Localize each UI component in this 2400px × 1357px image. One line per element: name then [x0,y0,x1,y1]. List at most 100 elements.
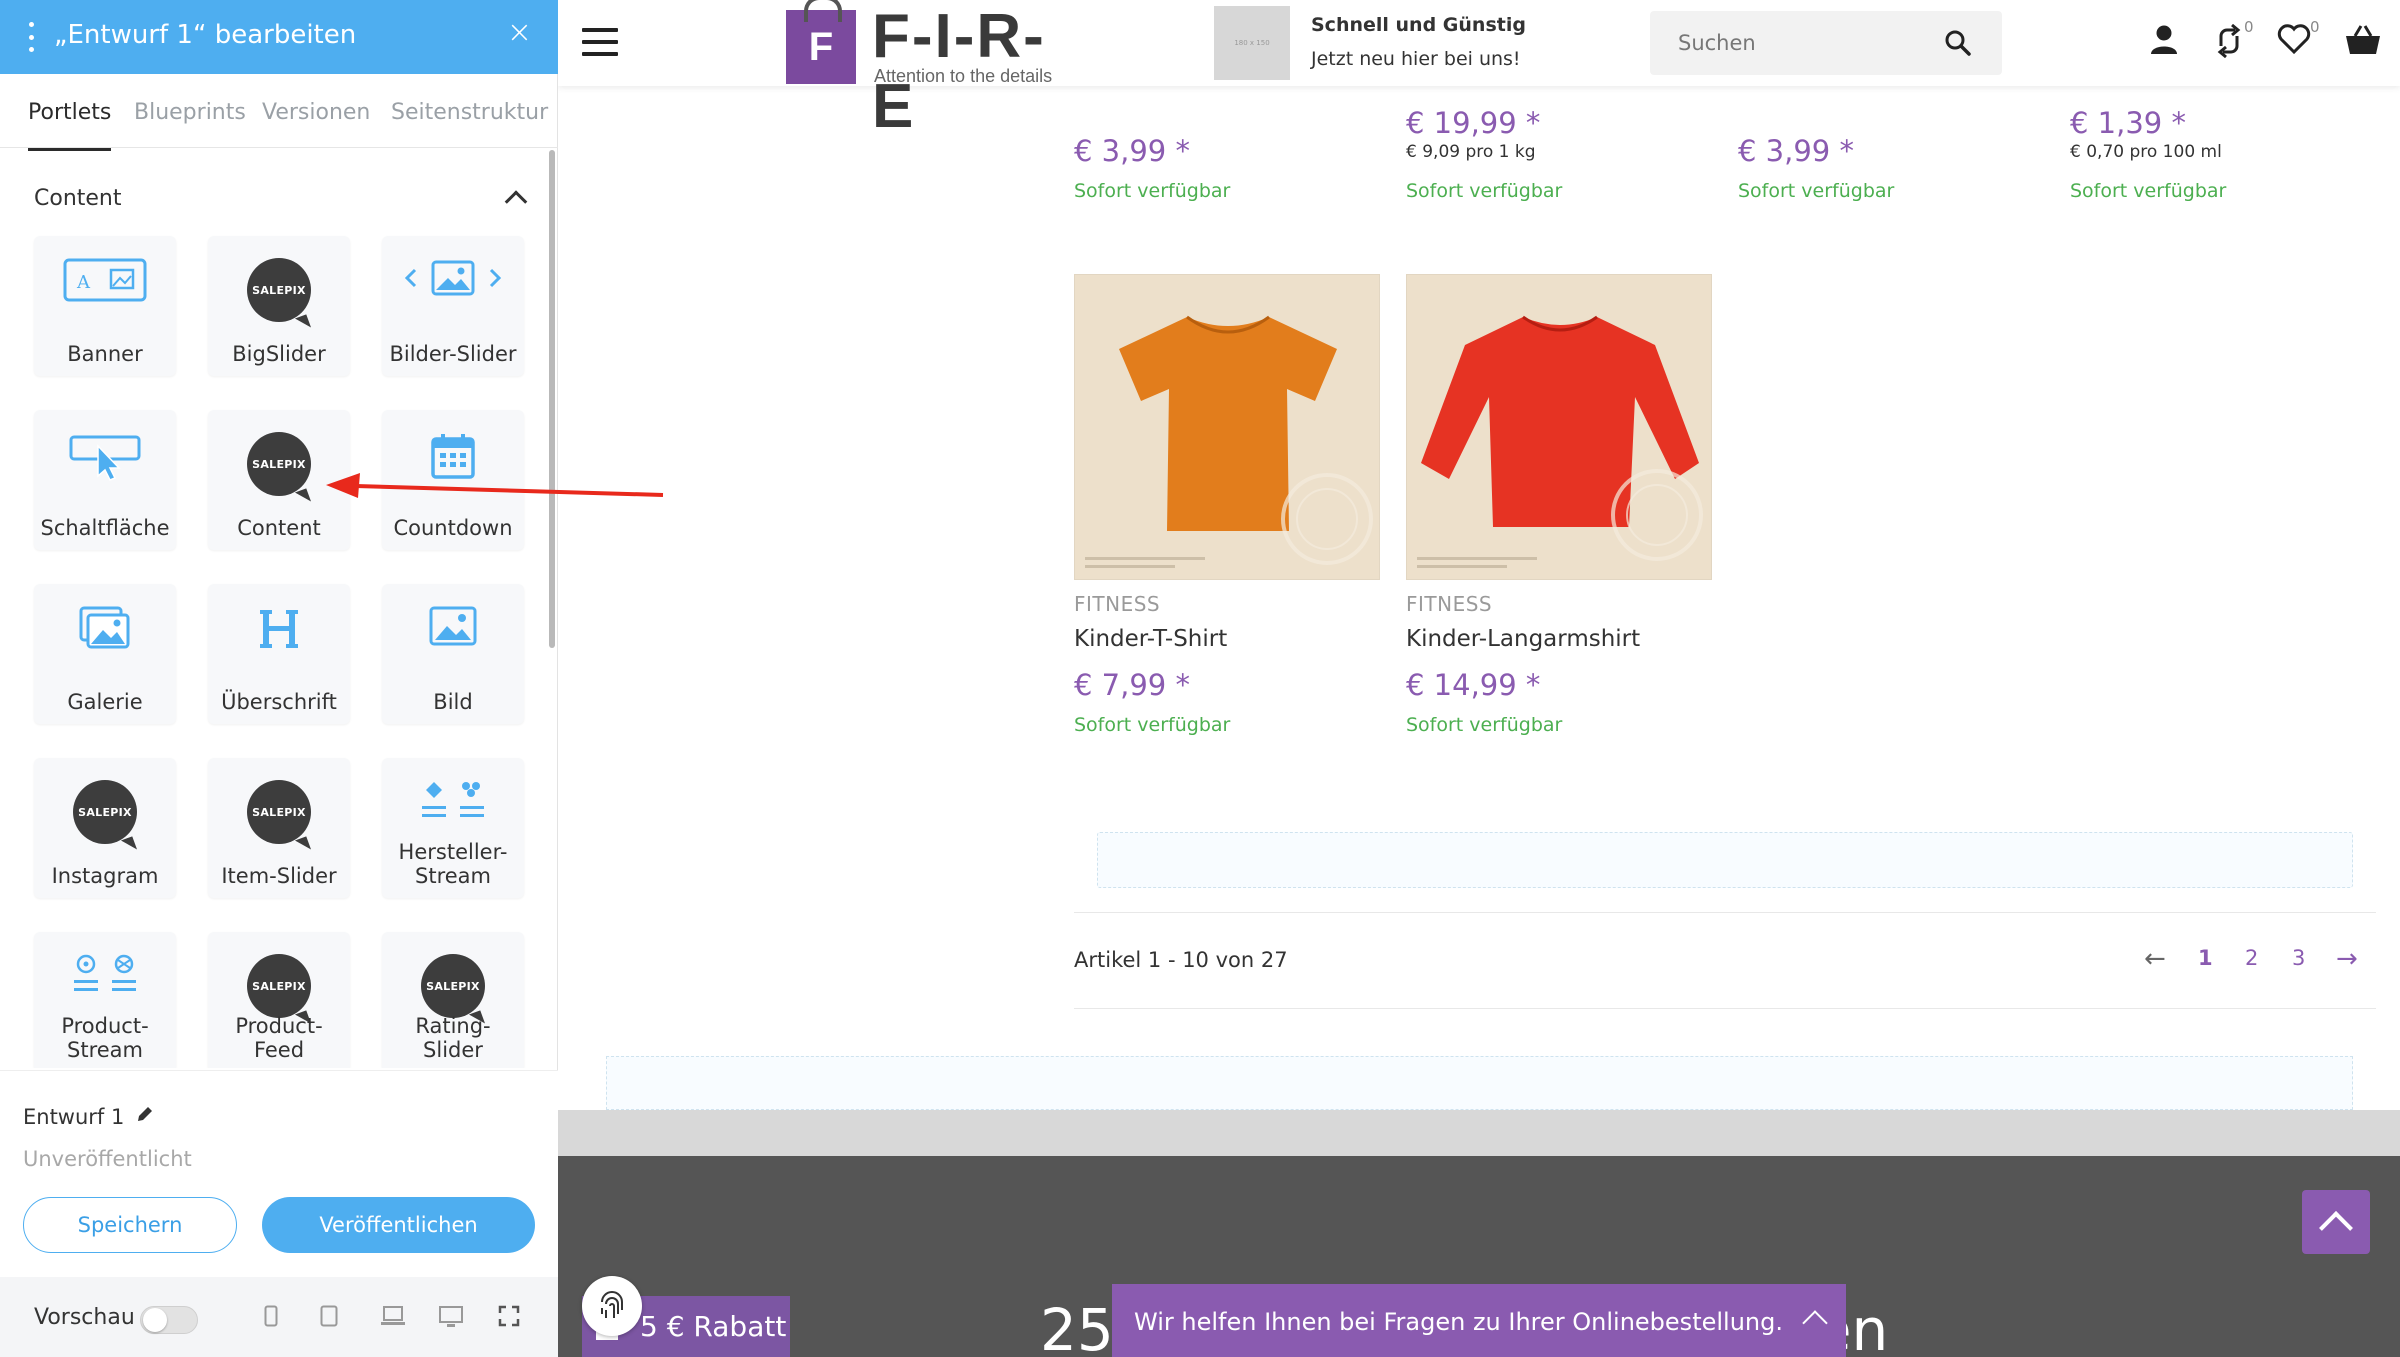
pencil-icon[interactable] [136,1105,154,1123]
product-name[interactable]: Kinder-Langarmshirt [1406,626,1640,652]
kebab-menu-icon[interactable] [26,22,36,52]
portlet-product-stream[interactable]: Product- Stream [34,932,176,1068]
section-header-content[interactable]: Content [34,186,528,216]
save-button[interactable]: Speichern [23,1197,237,1253]
promo-title: Schnell und Günstig [1311,14,1526,36]
store-logo[interactable]: F F-I-R-E Attention to the details [786,0,1076,141]
tile-label: Schaltfläche [40,516,170,540]
article-count: Artikel 1 - 10 von 27 [1074,948,1288,972]
product-price: € 7,99 * [1074,668,1190,702]
tab-portlets[interactable]: Portlets [28,100,112,151]
tile-label: Product- Stream [61,1014,149,1062]
portlet-ueberschrift[interactable]: Überschrift [208,584,350,724]
hamburger-menu-icon[interactable] [582,28,618,56]
opc-dropzone[interactable] [1097,832,2353,888]
portlet-bigslider[interactable]: SALEPIX BigSlider [208,236,350,376]
heading-icon [260,610,298,648]
portlet-instagram[interactable]: SALEPIX Instagram [34,758,176,898]
section-title: Content [34,186,122,211]
product-unit-price: € 0,70 pro 100 ml [2070,142,2222,162]
opc-dropzone[interactable] [606,1056,2353,1110]
promo-thumbnail[interactable]: 180 x 150 [1214,6,1290,80]
laptop-icon[interactable] [380,1305,406,1327]
chevron-up-icon[interactable] [1802,1310,1828,1336]
discount-label: 5 € Rabatt [640,1310,787,1343]
chat-bar[interactable]: Wir helfen Ihnen bei Fragen zu Ihrer Onl… [1112,1284,1846,1357]
tablet-icon[interactable] [320,1305,338,1327]
draft-status: Unveröffentlicht [23,1147,192,1171]
product-availability: Sofort verfügbar [1406,180,1563,202]
pagination-next-icon[interactable]: → [2336,944,2358,974]
salepix-icon: SALEPIX [73,780,137,844]
cart-basket-icon[interactable] [2345,24,2381,56]
compare-icon[interactable] [2213,24,2245,58]
product-image[interactable] [1074,274,1380,580]
tile-label: Hersteller- Stream [398,840,508,888]
editor-tabs: Portlets Blueprints Versionen Seitenstru… [0,74,558,151]
svg-text:A: A [76,272,91,293]
product-availability: Sofort verfügbar [1738,180,1895,202]
publish-button[interactable]: Veröffentlichen [262,1197,535,1253]
product-price: € 14,99 * [1406,668,1541,702]
tab-blueprints[interactable]: Blueprints [134,100,246,125]
manufacturer-stream-icon [422,782,484,817]
search-input[interactable] [1678,29,1928,57]
portlet-banner[interactable]: A Banner [34,236,176,376]
pagination-page-2[interactable]: 2 [2245,946,2258,970]
portlet-product-feed[interactable]: SALEPIX Product- Feed [208,932,350,1068]
fullscreen-icon[interactable] [498,1305,520,1327]
pagination-prev-icon[interactable]: ← [2144,944,2166,974]
product-availability: Sofort verfügbar [1074,714,1231,736]
editor-title: „Entwurf 1“ bearbeiten [54,20,357,50]
tile-label: Item-Slider [221,864,337,888]
portlet-galerie[interactable]: Galerie [34,584,176,724]
close-icon[interactable]: × [507,18,532,48]
search-icon[interactable] [1944,29,1972,57]
chevron-up-icon[interactable] [504,190,528,213]
product-name[interactable]: Kinder-T-Shirt [1074,626,1227,652]
salepix-icon: SALEPIX [247,954,311,1018]
search-box[interactable] [1650,11,2002,75]
pagination-page-1[interactable]: 1 [2198,946,2213,970]
image-icon [429,606,477,646]
pagination-page-3[interactable]: 3 [2292,946,2305,970]
product-availability: Sofort verfügbar [2070,180,2227,202]
portlet-rating-slider[interactable]: SALEPIX Rating- Slider [382,932,524,1068]
tile-label: Bilder-Slider [389,342,517,366]
fingerprint-icon[interactable] [582,1276,642,1336]
editor-footer: Entwurf 1 Unveröffentlicht Speichern Ver… [0,1070,558,1357]
portlet-hersteller-stream[interactable]: Hersteller- Stream [382,758,524,898]
portlet-item-slider[interactable]: SALEPIX Item-Slider [208,758,350,898]
desktop-icon[interactable] [438,1305,464,1329]
preview-bar: Vorschau [0,1277,558,1357]
product-price: € 3,99 * [1738,134,1854,168]
salepix-icon: SALEPIX [421,954,485,1018]
portlet-bilder-slider[interactable]: Bilder-Slider [382,236,524,376]
tab-versionen[interactable]: Versionen [262,100,370,125]
back-to-top-button[interactable] [2302,1190,2370,1254]
tile-label: Instagram [51,864,159,888]
tile-label: Content [237,516,321,540]
scrollbar[interactable] [549,150,555,648]
salepix-icon: SALEPIX [247,258,311,322]
store-header: F F-I-R-E Attention to the details 180 x… [558,0,2400,141]
annotation-arrow [326,473,664,498]
product-image[interactable] [1406,274,1712,580]
tile-label: Galerie [67,690,143,714]
product-category: FITNESS [1074,592,1161,616]
logo-tagline: Attention to the details [874,66,1053,86]
portlet-schaltflaeche[interactable]: Schaltfläche [34,410,176,550]
preview-label: Vorschau [34,1305,135,1330]
user-icon[interactable] [2149,24,2179,56]
portlet-bild[interactable]: Bild [382,584,524,724]
phone-icon[interactable] [264,1305,278,1327]
product-price: € 3,99 * [1074,134,1190,168]
tile-label: Banner [67,342,143,366]
preview-toggle[interactable] [140,1306,198,1334]
portlet-list[interactable]: Content A Banner SALEPIX BigSlider Bilde… [0,148,558,1068]
salepix-icon: SALEPIX [247,780,311,844]
tab-seitenstruktur[interactable]: Seitenstruktur [391,100,548,125]
heart-icon[interactable] [2277,24,2311,54]
tile-label: Überschrift [221,690,337,714]
product-availability: Sofort verfügbar [1074,180,1231,202]
